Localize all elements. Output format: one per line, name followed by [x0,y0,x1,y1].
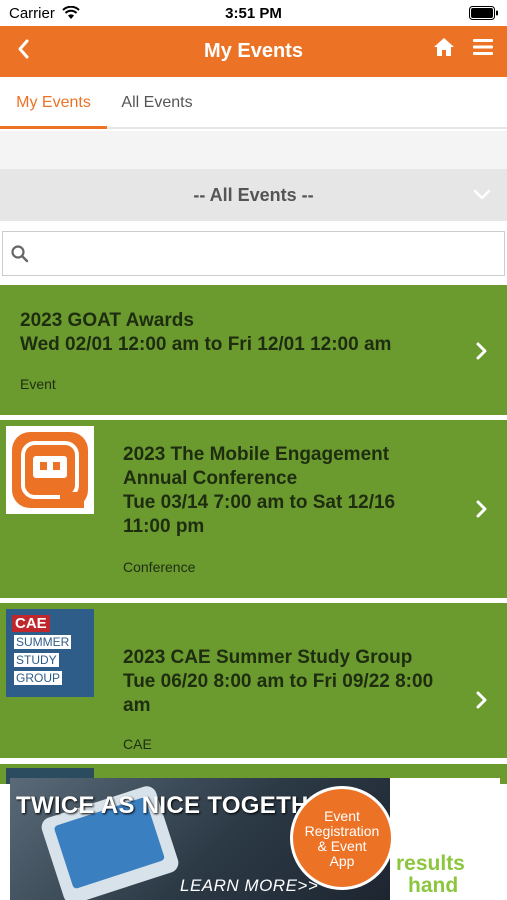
ad-learn-more-link[interactable]: LEARN MORE>> [180,876,318,896]
status-time: 3:51 PM [225,5,282,22]
battery-icon [469,6,498,20]
event-category: Conference [123,559,196,575]
tab-my-events[interactable]: My Events [0,77,107,129]
bubble-line: Event [324,808,360,824]
spacer [0,131,507,169]
event-title-line: 2023 GOAT Awards [20,310,194,331]
bubble-line: Registration [304,823,380,839]
tab-all-events[interactable]: All Events [107,77,207,129]
event-logo-image [6,426,94,514]
ad-bubble-text: Event Registration & Event App [293,809,391,869]
logo-line: SUMMER [14,635,72,649]
event-filter-dropdown[interactable]: -- All Events -- [0,169,507,221]
event-date-line: Tue 06/20 8:00 am to Fri 09/22 8:00 [123,671,434,692]
event-title-line: 2023 The Mobile Engagement [123,444,390,465]
search-input[interactable] [35,240,495,268]
logo-line: GROUP [14,671,63,685]
page-title: My Events [204,40,303,62]
event-title-line: 2023 CAE Summer Study Group [123,647,413,668]
event-list: 2023 GOAT Awards Wed 02/01 12:00 am to F… [0,285,507,763]
nav-bar: My Events [0,26,507,77]
chevron-down-icon [473,189,491,200]
tab-bar: My Events All Events [0,77,507,129]
search-icon [11,245,29,263]
ad-speech-bubble: Event Registration & Event App [290,786,394,890]
event-category: CAE [123,736,152,752]
logo-line: STUDY [14,653,59,667]
search-box[interactable] [2,231,505,276]
event-item[interactable]: 2023 The Mobile Engagement Annual Confer… [0,420,507,598]
bubble-line: & Event [317,838,367,854]
filter-selected-value: -- All Events -- [193,185,314,205]
event-date-line: Tue 03/14 7:00 am to Sat 12/16 [123,492,396,513]
event-logo-image: CAE SUMMER STUDY GROUP [6,609,94,697]
home-icon[interactable] [433,36,455,58]
search-container [0,222,507,285]
chevron-right-icon [476,500,487,518]
event-date-line: am [123,695,151,716]
logo-cae-text: CAE [12,615,50,632]
ad-logo-text: results [396,852,465,875]
bubble-line: App [329,853,355,869]
ad-banner[interactable]: TWICE AS NICE TOGETHER LEARN MORE>> Even… [10,778,500,900]
event-date-line: 11:00 pm [123,516,205,537]
hamburger-menu-icon[interactable] [472,37,494,57]
event-item[interactable]: CAE SUMMER STUDY GROUP 2023 CAE Summer S… [0,603,507,758]
event-item[interactable]: 2023 GOAT Awards Wed 02/01 12:00 am to F… [0,285,507,415]
chevron-right-icon [476,691,487,709]
status-bar: Carrier 3:51 PM [0,0,507,26]
event-date-line: Wed 02/01 12:00 am to Fri 12/01 12:00 am [20,334,392,355]
event-title-line: Annual Conference [123,468,298,489]
chevron-right-icon [476,342,487,360]
ad-logo-text: hand [408,874,459,897]
event-category: Event [20,376,56,392]
